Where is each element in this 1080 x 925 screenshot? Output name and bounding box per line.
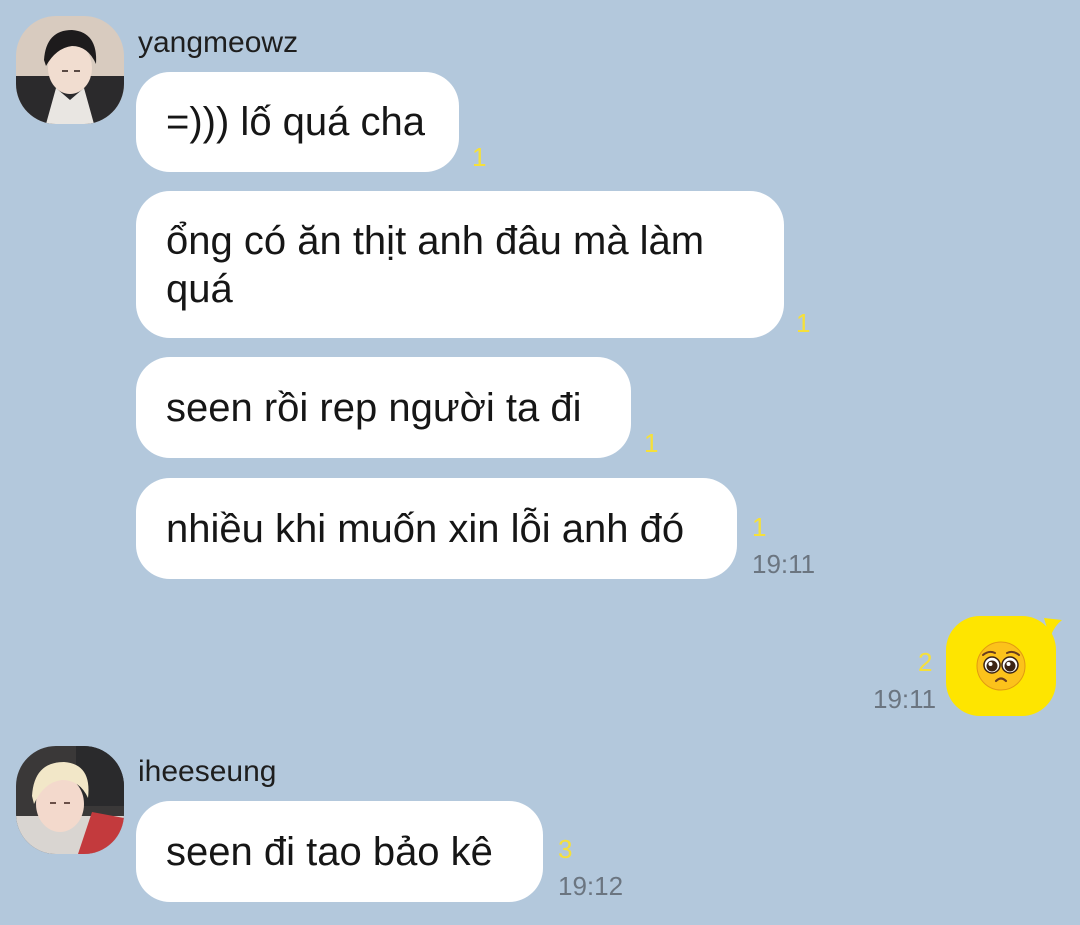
my-message-bubble[interactable] (946, 616, 1056, 716)
message-bubble[interactable]: seen rồi rep người ta đi (136, 357, 631, 458)
sender-name: iheeseung (138, 755, 277, 788)
unread-count: 1 (796, 308, 811, 338)
avatar-photo-icon (16, 16, 124, 124)
sender-name: yangmeowz (138, 26, 299, 59)
unread-count: 3 (558, 834, 573, 864)
message-timestamp: 19:11 (873, 684, 937, 714)
message-text: ổng có ăn thịt anh đâu mà làm quá (166, 218, 705, 311)
avatar-yangmeowz[interactable] (16, 16, 124, 124)
message-text: seen rồi rep người ta đi (166, 385, 582, 430)
message-bubble[interactable]: seen đi tao bảo kê (136, 801, 543, 902)
message-text: =))) lố quá cha (166, 100, 426, 144)
message-bubble[interactable]: =))) lố quá cha (136, 72, 459, 172)
avatar-iheeseung[interactable] (16, 746, 124, 854)
unread-count: 2 (918, 647, 933, 677)
avatar-photo-icon (16, 746, 124, 854)
pleading-face-icon (976, 641, 1026, 691)
unread-count: 1 (472, 142, 487, 172)
message-bubble[interactable]: ổng có ăn thịt anh đâu mà làm quá (136, 191, 784, 338)
message-bubble[interactable]: nhiều khi muốn xin lỗi anh đó (136, 478, 737, 579)
unread-count: 1 (752, 512, 767, 542)
message-text: seen đi tao bảo kê (166, 829, 493, 874)
message-text: nhiều khi muốn xin lỗi anh đó (166, 506, 685, 551)
message-timestamp: 19:11 (752, 549, 816, 579)
bubble-tail (1044, 618, 1062, 638)
message-timestamp: 19:12 (558, 871, 624, 901)
unread-count: 1 (644, 428, 659, 458)
